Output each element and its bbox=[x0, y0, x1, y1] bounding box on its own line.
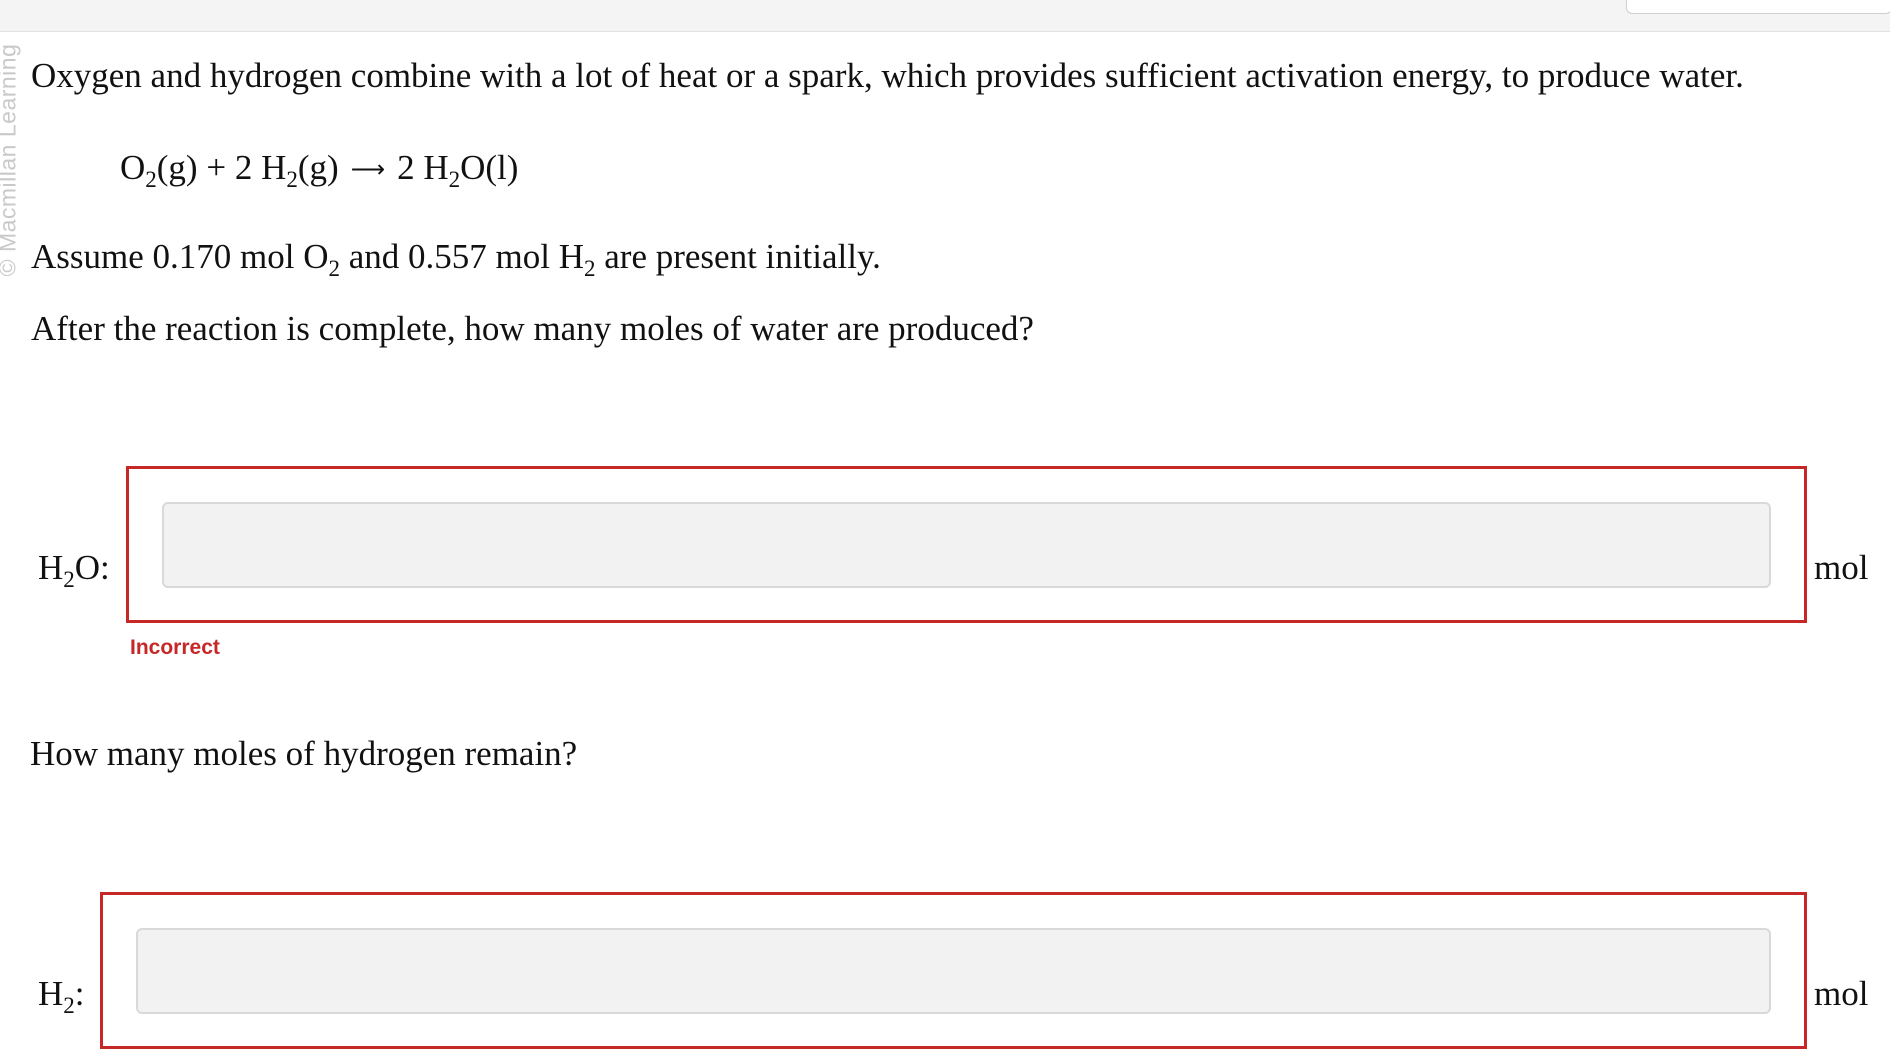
top-toolbar bbox=[0, 0, 1890, 32]
toolbar-control[interactable] bbox=[1626, 0, 1890, 14]
question-prompt: After the reaction is complete, how many… bbox=[31, 309, 1034, 348]
equation-water-prefix: 2 H bbox=[397, 148, 449, 187]
hydrogen-remaining-prompt: How many moles of hydrogen remain? bbox=[30, 734, 578, 773]
equation-h2-subscript: 2 bbox=[286, 167, 298, 192]
water-moles-input[interactable] bbox=[162, 502, 1771, 588]
equation-water-phase: O(l) bbox=[460, 148, 519, 187]
hydrogen-moles-input[interactable] bbox=[136, 928, 1771, 1014]
assumption-text: Assume 0.170 mol O2 and 0.557 mol H2 are… bbox=[31, 237, 881, 281]
hydrogen-answer-label: H2: bbox=[38, 974, 85, 1018]
water-answer-feedback: Incorrect bbox=[130, 636, 220, 659]
equation-h2-phase: (g) bbox=[297, 148, 339, 187]
copyright-watermark: © Macmillan Learning bbox=[0, 43, 21, 277]
reaction-arrow-icon: ⟶ bbox=[350, 155, 386, 183]
equation-o2-subscript: 2 bbox=[145, 167, 157, 192]
equation-o2-symbol: O bbox=[120, 148, 146, 187]
chemical-equation: O2(g) + 2 H2(g) ⟶ 2 H2O(l) bbox=[120, 148, 519, 191]
hydrogen-unit: mol bbox=[1814, 974, 1869, 1013]
water-answer-label: H2O: bbox=[38, 548, 110, 592]
equation-water-subscript: 2 bbox=[448, 167, 461, 192]
water-unit: mol bbox=[1814, 548, 1869, 587]
question-intro: Oxygen and hydrogen combine with a lot o… bbox=[31, 56, 1744, 95]
equation-h2-prefix: (g) + 2 H bbox=[156, 148, 287, 187]
